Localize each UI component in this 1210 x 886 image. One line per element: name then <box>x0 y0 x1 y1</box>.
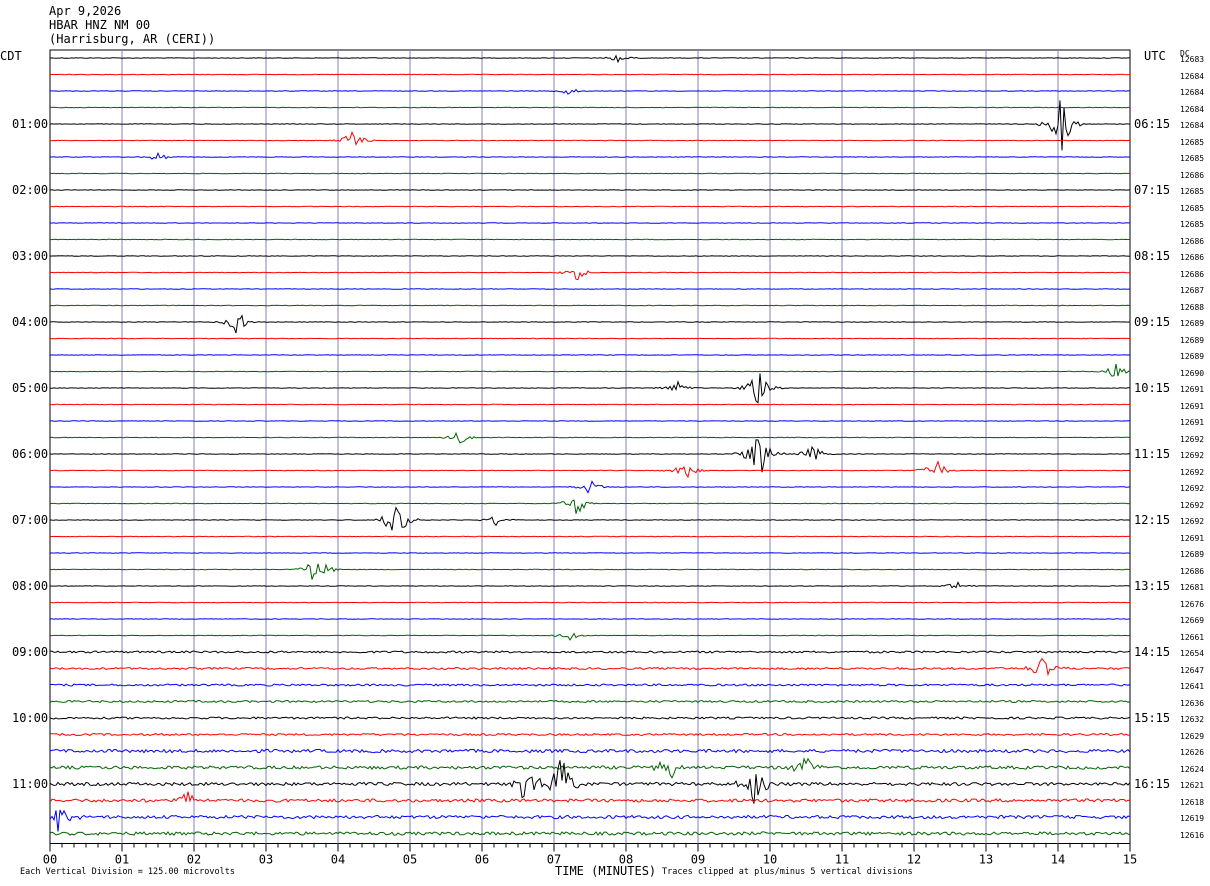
x-tick-label: 12 <box>907 853 921 867</box>
seismic-trace-23 <box>49 431 1131 444</box>
seismic-trace-20 <box>50 373 1130 404</box>
seismic-trace-28 <box>49 506 1131 531</box>
seismic-trace-16 <box>49 314 1131 334</box>
seismogram-plot: 00 01 02 03 04 05 06 07 08 09 10 11 12 13 14 15 <box>43 49 1137 867</box>
clip-note: Traces clipped at plus/minus 5 vertical … <box>662 867 913 877</box>
seismic-trace-31 <box>49 563 1131 580</box>
seismic-trace-42 <box>49 748 1131 754</box>
seismic-trace-45 <box>49 791 1131 803</box>
plot-frame <box>49 49 1131 844</box>
x-tick-label: 01 <box>115 853 129 867</box>
x-axis-title: TIME (MINUTES) <box>555 864 657 878</box>
x-tick-label: 13 <box>979 853 993 867</box>
x-tick-label: 05 <box>403 853 417 867</box>
seismic-trace-35 <box>49 632 1131 641</box>
seismic-trace-5 <box>49 130 1131 147</box>
seismic-trace-25 <box>49 460 1131 479</box>
seismic-trace-26 <box>49 480 1131 494</box>
seismic-trace-0 <box>49 54 1130 64</box>
seismic-trace-40 <box>49 716 1131 720</box>
trace-group <box>49 54 1131 836</box>
seismic-trace-46 <box>49 809 1131 832</box>
seismic-trace-27 <box>49 499 1131 514</box>
x-tick-label: 15 <box>1123 853 1137 867</box>
vertical-scale-note: Each Vertical Division = 125.00 microvol… <box>20 867 235 877</box>
x-tick-label: 09 <box>691 853 705 867</box>
minute-grid <box>49 49 1131 844</box>
x-tick-label: 06 <box>475 853 489 867</box>
x-tick-label: 14 <box>1051 853 1065 867</box>
seismic-trace-32 <box>49 581 1131 589</box>
seismic-trace-47 <box>49 831 1131 836</box>
seismic-trace-41 <box>49 732 1131 737</box>
seismic-trace-43 <box>49 757 1131 779</box>
seismic-trace-37 <box>49 657 1131 677</box>
x-tick-label: 00 <box>43 853 57 867</box>
seismic-trace-19 <box>50 363 1131 377</box>
seismic-trace-38 <box>49 683 1131 687</box>
x-tick-label: 03 <box>259 853 273 867</box>
x-tick-label: 11 <box>835 853 849 867</box>
seismic-trace-13 <box>49 270 1130 281</box>
seismic-trace-24 <box>49 439 1131 473</box>
seismic-trace-2 <box>50 88 1131 95</box>
x-tick-label: 10 <box>763 853 777 867</box>
seismic-trace-36 <box>49 650 1131 654</box>
seismic-trace-6 <box>49 151 1131 160</box>
x-tick-label: 02 <box>187 853 201 867</box>
seismic-trace-39 <box>49 699 1131 704</box>
x-tick-label: 04 <box>331 853 345 867</box>
